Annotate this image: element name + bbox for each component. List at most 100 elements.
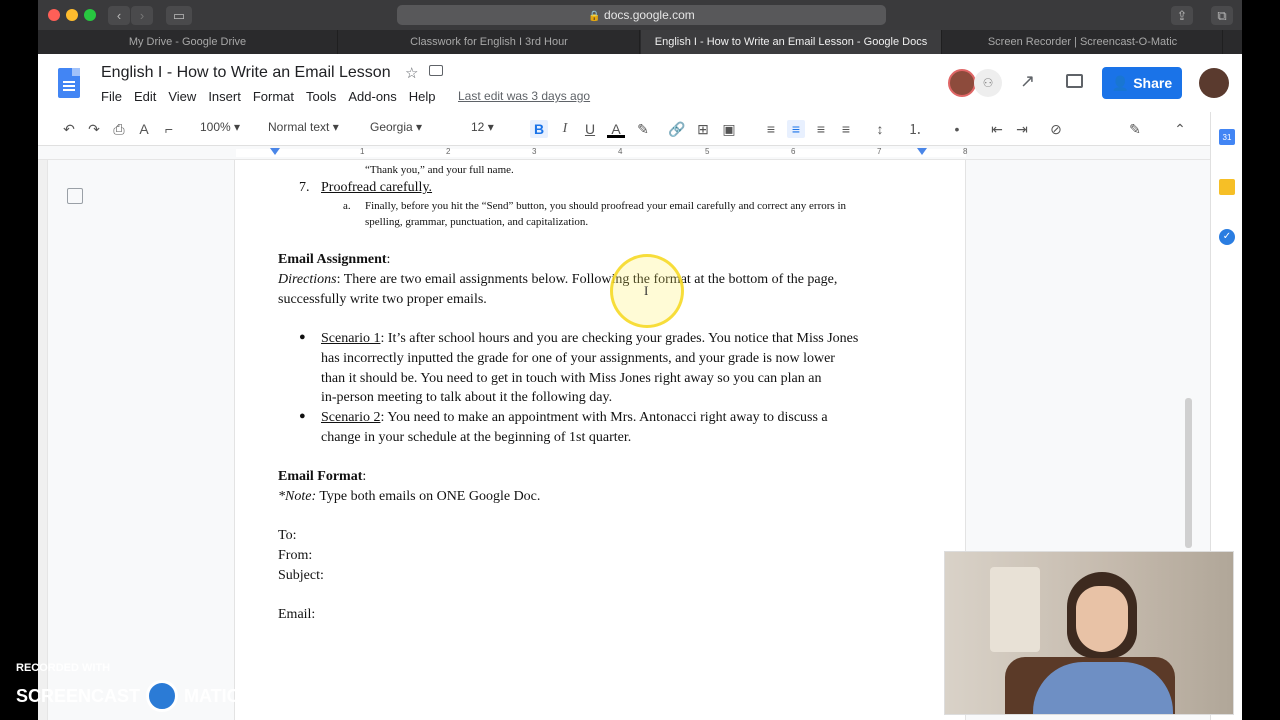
editing-mode-icon[interactable]: ✎ xyxy=(1126,120,1144,138)
calendar-icon[interactable]: 31 xyxy=(1219,129,1235,145)
increase-indent-icon[interactable]: ⇥ xyxy=(1013,120,1031,138)
note-label: *Note: xyxy=(278,489,317,504)
align-right-icon[interactable]: ≡ xyxy=(812,120,830,138)
last-edit-link[interactable]: Last edit was 3 days ago xyxy=(458,89,590,103)
print-icon[interactable]: ⎙ xyxy=(110,120,128,138)
email-label: Email: xyxy=(278,607,316,622)
brand-left: SCREENCAST xyxy=(16,685,141,706)
tab-overview-icon[interactable]: ⧉ xyxy=(1211,6,1233,25)
star-icon[interactable]: ☆ xyxy=(405,64,418,82)
menu-file[interactable]: File xyxy=(101,89,122,104)
document-outline-icon[interactable] xyxy=(67,188,83,204)
back-icon[interactable]: ‹ xyxy=(108,6,130,25)
ruler-number: 7 xyxy=(877,147,882,156)
screencast-watermark: RECORDED WITH SCREENCAST MATIC xyxy=(16,662,240,712)
tasks-icon[interactable]: ✓ xyxy=(1219,229,1235,245)
ruler-number: 4 xyxy=(618,147,623,156)
maximize-window-button[interactable] xyxy=(84,9,96,21)
menu-tools[interactable]: Tools xyxy=(306,89,336,104)
sidebar-toggle-icon[interactable]: ▭ xyxy=(166,6,192,25)
ruler-number: 3 xyxy=(532,147,537,156)
directions-line: Directions: There are two email assignme… xyxy=(278,272,837,288)
text-line: than it should be. You need to get in to… xyxy=(321,371,822,386)
paint-format-icon[interactable]: ⌐ xyxy=(160,120,178,138)
style-value: Normal text xyxy=(268,120,330,134)
collaborator-avatar[interactable] xyxy=(948,69,976,97)
forward-icon[interactable]: › xyxy=(131,6,153,25)
directions-text: : There are two email assignments below.… xyxy=(336,272,838,287)
screencast-logo-icon xyxy=(146,680,179,712)
font-select[interactable]: Georgia ▾ xyxy=(370,120,450,134)
directions-label: Directions xyxy=(278,272,337,287)
assignment-heading-line: Email Assignment: xyxy=(278,252,390,268)
redo-icon[interactable]: ↷ xyxy=(85,120,103,138)
left-indent-marker[interactable] xyxy=(270,148,280,155)
formatting-toolbar: ↶ ↷ ⎙ A ⌐ 100% ▾ Normal text ▾ Georgia ▾… xyxy=(38,112,1242,146)
bold-button[interactable]: B xyxy=(530,120,548,138)
share-sheet-icon[interactable]: ⇪ xyxy=(1171,6,1193,25)
bulleted-list-icon[interactable]: • xyxy=(948,120,966,138)
undo-icon[interactable]: ↶ xyxy=(60,120,78,138)
menu-edit[interactable]: Edit xyxy=(134,89,156,104)
scenario1-label: Scenario 1 xyxy=(321,331,381,346)
menu-view[interactable]: View xyxy=(168,89,196,104)
line-spacing-icon[interactable]: ↕ xyxy=(871,120,889,138)
browser-tab-classwork[interactable]: Classwork for English I 3rd Hour xyxy=(339,30,640,54)
keep-icon[interactable] xyxy=(1219,179,1235,195)
insert-link-icon[interactable]: 🔗 xyxy=(668,120,686,138)
comments-icon[interactable] xyxy=(1066,74,1083,88)
ruler-number: 8 xyxy=(963,147,968,156)
text-color-button[interactable]: A xyxy=(607,120,625,138)
text-line: change in your schedule at the beginning… xyxy=(321,430,632,445)
move-folder-icon[interactable] xyxy=(429,65,443,76)
document-page[interactable]: “Thank you,” and your full name. 7. Proo… xyxy=(234,160,966,720)
list-number: 7. xyxy=(299,180,310,195)
highlight-color-icon[interactable]: ✎ xyxy=(634,120,652,138)
minimize-window-button[interactable] xyxy=(66,9,78,21)
address-bar[interactable]: 🔒 docs.google.com xyxy=(397,5,886,25)
insert-image-icon[interactable]: ▣ xyxy=(720,120,738,138)
align-left-icon[interactable]: ≡ xyxy=(762,120,780,138)
account-avatar[interactable] xyxy=(1199,68,1229,98)
note-text: Type both emails on ONE Google Doc. xyxy=(316,489,541,504)
menu-format[interactable]: Format xyxy=(253,89,294,104)
lock-icon: 🔒 xyxy=(588,11,601,22)
justify-icon[interactable]: ≡ xyxy=(837,120,855,138)
zoom-select[interactable]: 100% ▾ xyxy=(200,120,240,134)
activity-trend-icon[interactable]: ↗ xyxy=(1020,71,1035,92)
right-indent-marker[interactable] xyxy=(917,148,927,155)
font-size-select[interactable]: 12 ▾ xyxy=(471,120,519,134)
address-text: docs.google.com xyxy=(604,8,695,22)
insert-comment-icon[interactable]: ⊞ xyxy=(694,120,712,138)
list-letter: a. xyxy=(343,200,351,212)
decrease-indent-icon[interactable]: ⇤ xyxy=(988,120,1006,138)
scenario1-line: Scenario 1: It’s after school hours and … xyxy=(321,331,858,347)
menu-help[interactable]: Help xyxy=(409,89,436,104)
underline-button[interactable]: U xyxy=(581,120,599,138)
collapse-toolbar-icon[interactable]: ⌃ xyxy=(1171,120,1189,138)
document-title[interactable]: English I - How to Write an Email Lesson xyxy=(101,64,391,82)
browser-tab-recorder[interactable]: Screen Recorder | Screencast-O-Matic xyxy=(943,30,1223,54)
share-button[interactable]: 👤 Share xyxy=(1102,67,1182,99)
close-window-button[interactable] xyxy=(48,9,60,21)
text-line: spelling, grammar, punctuation, and capi… xyxy=(365,216,589,228)
clear-formatting-icon[interactable]: ⊘ xyxy=(1047,120,1065,138)
people-icon[interactable]: ⚇ xyxy=(974,69,1002,97)
italic-button[interactable]: I xyxy=(556,120,574,138)
menu-bar: File Edit View Insert Format Tools Add-o… xyxy=(101,89,448,104)
browser-tab-strip: My Drive - Google Drive Classwork for En… xyxy=(38,30,1242,54)
align-center-icon[interactable]: ≡ xyxy=(787,120,805,138)
browser-tab-docs[interactable]: English I - How to Write an Email Lesson… xyxy=(641,30,942,54)
browser-tab-drive[interactable]: My Drive - Google Drive xyxy=(38,30,338,54)
menu-addons[interactable]: Add-ons xyxy=(348,89,396,104)
spellcheck-icon[interactable]: A xyxy=(135,120,153,138)
vertical-scrollbar[interactable] xyxy=(1185,398,1192,548)
person-add-icon: 👤 xyxy=(1111,75,1130,91)
menu-insert[interactable]: Insert xyxy=(208,89,241,104)
text-cursor-icon: I xyxy=(644,283,649,298)
style-select[interactable]: Normal text ▾ xyxy=(268,120,348,134)
docs-logo-icon[interactable] xyxy=(58,68,80,98)
text-line: in-person meeting to talk about it the f… xyxy=(321,390,613,405)
horizontal-ruler: 1 2 3 4 5 6 7 8 xyxy=(38,146,1242,160)
numbered-list-icon[interactable]: ⒈ xyxy=(906,120,924,138)
